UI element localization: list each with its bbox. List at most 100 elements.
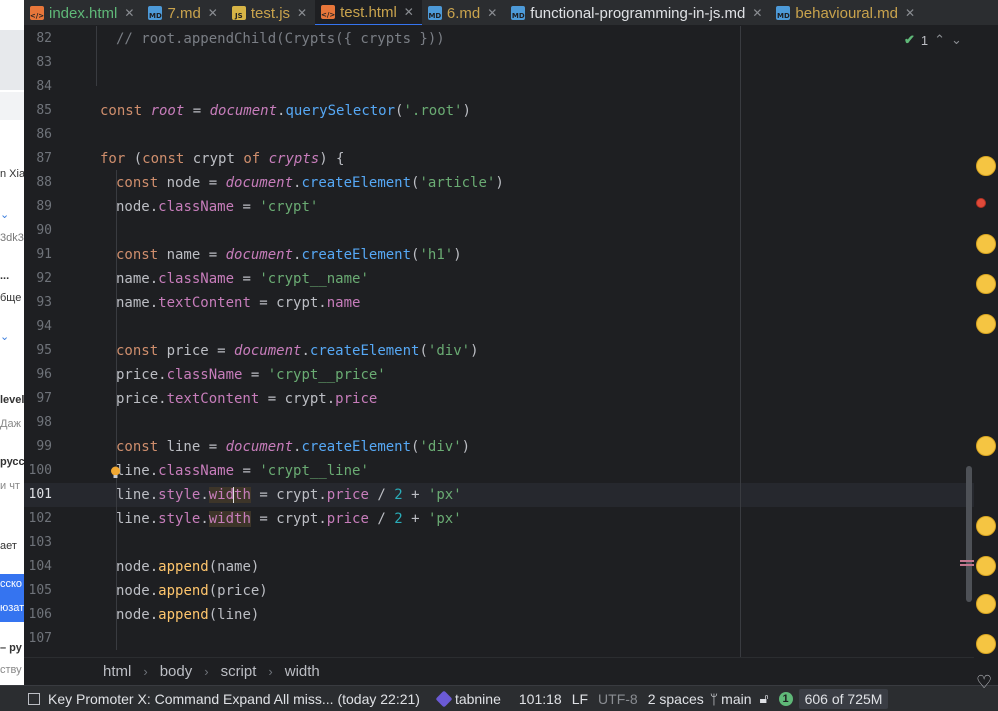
notification-badge[interactable]: 1 xyxy=(778,691,793,706)
token: 2 xyxy=(394,511,403,527)
token: 'div' xyxy=(419,439,462,455)
line-number[interactable]: 105 xyxy=(24,583,52,598)
code-line-97[interactable]: price.textContent = crypt.price xyxy=(116,387,377,411)
line-number[interactable]: 102 xyxy=(24,511,52,526)
line-separator[interactable]: LF xyxy=(572,691,588,707)
tab-index-html[interactable]: </> index.html ✕ xyxy=(24,0,142,25)
breadcrumb-item-body[interactable]: body xyxy=(160,663,193,680)
line-number[interactable]: 82 xyxy=(24,31,52,46)
token: ) xyxy=(461,439,471,455)
tab-test-js[interactable]: JS test.js ✕ xyxy=(226,0,315,25)
bg-text: и чт xyxy=(0,480,20,492)
code-line-93[interactable]: name.textContent = crypt.name xyxy=(116,291,360,315)
inspection-widget[interactable]: ✔ 1 ⌃ ⌄ xyxy=(904,32,962,48)
code-line-87[interactable]: for (const crypt of crypts) { xyxy=(100,147,344,171)
line-number[interactable]: 101 xyxy=(24,487,52,502)
line-number[interactable]: 88 xyxy=(24,175,52,190)
breadcrumb-item-html[interactable]: html xyxy=(103,663,131,680)
file-encoding[interactable]: UTF-8 xyxy=(598,691,638,707)
status-message[interactable]: Key Promoter X: Command Expand All miss.… xyxy=(48,691,420,707)
line-number[interactable]: 85 xyxy=(24,103,52,118)
lightbulb-icon[interactable] xyxy=(110,466,121,479)
memory-indicator[interactable]: 606 of 725M xyxy=(798,688,889,709)
token: textContent xyxy=(158,295,251,311)
code-line-88[interactable]: const node = document.createElement('art… xyxy=(116,171,504,195)
code-line-106[interactable]: node.append(line) xyxy=(116,603,259,627)
code-editor[interactable]: 82 83 84 85 86 87 88 89 90 91 92 93 94 95 96 97 98 99 100 1… xyxy=(24,26,974,657)
token: ) xyxy=(453,247,462,263)
tab-functional-programming-md[interactable]: MD functional-programming-in-js.md ✕ xyxy=(505,0,770,25)
line-number[interactable]: 95 xyxy=(24,343,52,358)
line-number[interactable]: 92 xyxy=(24,271,52,286)
tab-7-md[interactable]: MD 7.md ✕ xyxy=(142,0,225,25)
chevron-up-icon[interactable]: ⌃ xyxy=(934,32,945,48)
line-number[interactable]: 84 xyxy=(24,79,52,94)
line-number-gutter[interactable]: 82 83 84 85 86 87 88 89 90 91 92 93 94 95 96 97 98 99 100 1… xyxy=(24,26,96,657)
breadcrumb-item-script[interactable]: script xyxy=(221,663,257,680)
code-line-92[interactable]: name.className = 'crypt__name' xyxy=(116,267,369,291)
code-line-104[interactable]: node.append(name) xyxy=(116,555,259,579)
code-line-89[interactable]: node.className = 'crypt' xyxy=(116,195,318,219)
caret-position[interactable]: 101:18 xyxy=(519,691,562,707)
token: 'h1' xyxy=(419,247,454,263)
line-number[interactable]: 89 xyxy=(24,199,52,214)
close-icon[interactable]: ✕ xyxy=(404,5,414,19)
line-number[interactable]: 93 xyxy=(24,295,52,310)
code-line-105[interactable]: node.append(price) xyxy=(116,579,268,603)
code-comment: // root.appendChild(Crypts({ crypts })) xyxy=(116,31,445,47)
line-number[interactable]: 106 xyxy=(24,607,52,622)
token: 'div' xyxy=(427,343,471,359)
close-icon[interactable]: ✕ xyxy=(487,6,497,20)
code-line-85[interactable]: const root = document.querySelector('.ro… xyxy=(100,99,471,123)
code-line-96[interactable]: price.className = 'crypt__price' xyxy=(116,363,386,387)
tab-behavioural-md[interactable]: MD behavioural.md ✕ xyxy=(770,0,923,25)
line-number[interactable]: 83 xyxy=(24,55,52,70)
line-number[interactable]: 100 xyxy=(24,463,52,478)
line-number[interactable]: 98 xyxy=(24,415,52,430)
code-line-82[interactable]: // root.appendChild(Crypts({ crypts })) xyxy=(116,27,445,51)
line-number[interactable]: 87 xyxy=(24,151,52,166)
code-line-100[interactable]: line.className = 'crypt__line' xyxy=(116,459,369,483)
token: crypts xyxy=(268,151,320,167)
line-number[interactable]: 99 xyxy=(24,439,52,454)
emoji-icon xyxy=(976,314,996,334)
close-icon[interactable]: ✕ xyxy=(297,6,307,20)
chevron-down-icon[interactable]: ⌄ xyxy=(951,32,962,48)
line-number[interactable]: 91 xyxy=(24,247,52,262)
git-branch[interactable]: ᛘ main xyxy=(710,691,752,707)
indent-setting[interactable]: 2 spaces xyxy=(648,691,704,707)
bg-text: ает xyxy=(0,540,17,552)
code-line-95[interactable]: const price = document.createElement('di… xyxy=(116,339,479,363)
token: 2 xyxy=(394,487,403,503)
code-line-102[interactable]: line.style.width = crypt.price / 2 + 'px… xyxy=(116,507,462,531)
lock-icon[interactable]: 🔓︎ xyxy=(760,690,769,707)
code-line-91[interactable]: const name = document.createElement('h1'… xyxy=(116,243,462,267)
breadcrumb-item-width[interactable]: width xyxy=(285,663,320,680)
line-number[interactable]: 86 xyxy=(24,127,52,142)
token: line. xyxy=(116,511,159,527)
line-number[interactable]: 107 xyxy=(24,631,52,646)
bg-text: – ру xyxy=(0,642,22,654)
emoji-icon xyxy=(976,234,996,254)
token: name. xyxy=(116,295,159,311)
code-line-99[interactable]: const line = document.createElement('div… xyxy=(116,435,470,459)
tool-window-toggle-icon[interactable] xyxy=(28,692,40,705)
token: ) xyxy=(470,343,479,359)
tab-test-html[interactable]: </> test.html ✕ xyxy=(315,0,422,25)
bg-text: Даж xyxy=(0,418,21,430)
line-number[interactable]: 96 xyxy=(24,367,52,382)
close-icon[interactable]: ✕ xyxy=(752,6,762,20)
emoji-icon xyxy=(976,516,996,536)
line-number[interactable]: 90 xyxy=(24,223,52,238)
code-line-101[interactable]: line.style.width = crypt.price / 2 + 'px… xyxy=(116,483,462,507)
tab-6-md[interactable]: MD 6.md ✕ xyxy=(422,0,505,25)
line-number[interactable]: 94 xyxy=(24,319,52,334)
tabnine-widget[interactable]: tabnine xyxy=(435,690,501,707)
line-number[interactable]: 104 xyxy=(24,559,52,574)
line-number[interactable]: 103 xyxy=(24,535,52,550)
close-icon[interactable]: ✕ xyxy=(208,6,218,20)
line-number[interactable]: 97 xyxy=(24,391,52,406)
close-icon[interactable]: ✕ xyxy=(124,6,134,20)
vertical-scrollbar[interactable] xyxy=(966,466,972,602)
close-icon[interactable]: ✕ xyxy=(905,6,915,20)
